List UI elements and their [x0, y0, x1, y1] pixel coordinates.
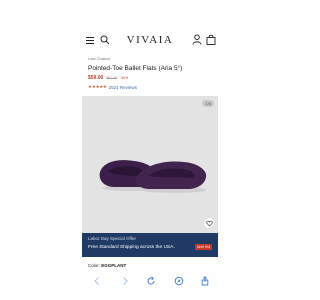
product-title: Pointed-Toe Ballet Flats (Aria 5°)	[88, 65, 183, 72]
share-icon[interactable]	[200, 276, 210, 286]
promo-banner[interactable]: Labor Day Special Offer Free Standard Sh…	[82, 233, 218, 257]
product-info: Last Chance Pointed-Toe Ballet Flats (Ar…	[88, 56, 218, 90]
star-rating: ★★★★★	[88, 84, 107, 89]
site-header: VIVAIA	[80, 30, 220, 52]
image-counter: 1/8	[202, 100, 214, 107]
rating-row: ★★★★★ 2521 Reviews	[88, 84, 218, 90]
sale-price: $59.00	[88, 75, 104, 81]
promo-message: Free Standard Shipping across the USA.	[88, 244, 175, 250]
heart-icon	[205, 220, 213, 226]
browser-toolbar	[80, 274, 220, 288]
compass-icon[interactable]	[174, 276, 184, 286]
original-price: $97.00	[106, 76, 118, 80]
color-value: EGGPLANT	[101, 263, 127, 268]
account-icon[interactable]	[192, 34, 202, 45]
refresh-icon[interactable]	[146, 276, 156, 286]
forward-icon[interactable]	[120, 276, 130, 286]
wishlist-button[interactable]	[204, 218, 214, 228]
status-bar	[0, 0, 300, 28]
back-icon[interactable]	[92, 276, 102, 286]
promo-deadline-badge: Until 9/4	[194, 244, 212, 250]
color-label: Color:	[88, 263, 101, 268]
promo-subtitle: Labor Day Special Offer	[88, 236, 136, 241]
product-image	[99, 160, 207, 193]
bag-icon[interactable]	[206, 34, 216, 45]
price-row: $59.00 $97.00 -39%	[88, 75, 218, 82]
promo-row: Free Standard Shipping across the USA. U…	[88, 244, 212, 250]
reviews-link[interactable]: 2521 Reviews	[109, 85, 137, 90]
color-selector-label: Color: EGGPLANT	[88, 263, 126, 268]
product-image-gallery[interactable]: 1/8	[82, 96, 218, 233]
collection-label: Last Chance	[88, 56, 111, 61]
discount-badge: -39%	[120, 76, 129, 80]
